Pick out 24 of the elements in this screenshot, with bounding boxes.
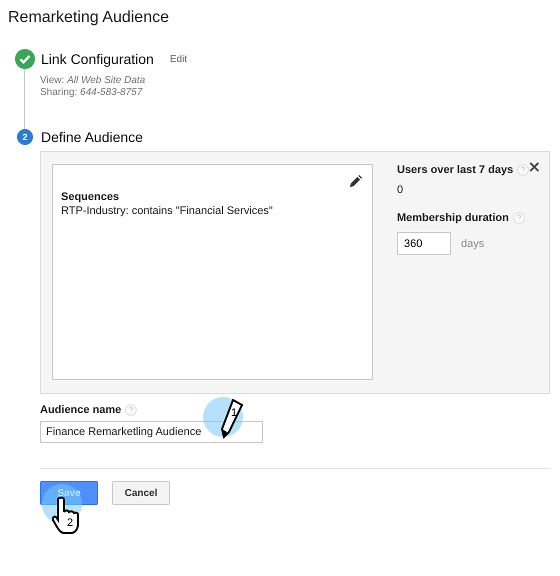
duration-field[interactable]: 360 [397,232,451,255]
step-marker: 2 [67,517,74,529]
page-title: Remarketing Audience [7,8,170,28]
stat-value: 0 [397,184,404,196]
section-heading: Sequences [61,191,120,203]
unit-label: days [461,238,484,250]
help-icon[interactable] [125,404,138,416]
cancel-button[interactable]: Cancel [112,481,170,505]
detail-text: Sharing: 644-583-8757 [40,87,144,99]
field-label: Audience name [40,404,122,416]
help-icon[interactable] [517,164,530,176]
detail-text: View: All Web Site Data [40,75,146,87]
help-icon[interactable] [512,212,525,224]
hand-cursor-icon [52,496,82,536]
edit-link[interactable]: Edit [170,54,188,64]
step-title: Define Audience [41,129,143,145]
stat-label: Users over last 7 days [397,164,514,176]
edit-icon[interactable] [349,175,362,188]
step-marker: 1 [231,407,238,419]
field-label: Membership duration [397,212,509,224]
step-title: Link Configuration [41,51,154,67]
step-number: 2 [17,129,33,145]
close-button[interactable]: × [528,160,541,174]
condition-text: RTP-Industry: contains "Financial Services" [61,205,274,217]
